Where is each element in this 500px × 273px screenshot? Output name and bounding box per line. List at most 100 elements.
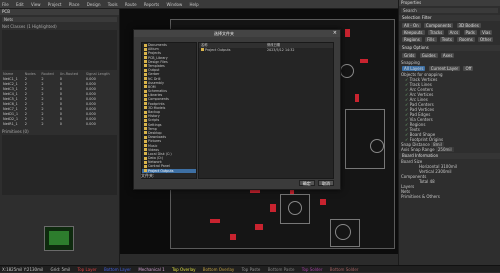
filter-texts[interactable]: Texts — [439, 37, 454, 42]
folder-icon — [144, 156, 147, 160]
board-minimap[interactable] — [44, 226, 74, 251]
layer-tab[interactable]: Bottom Solder — [330, 267, 359, 272]
axis-snap-input[interactable]: 250mil — [435, 147, 454, 152]
ok-button[interactable]: 确定 — [298, 180, 315, 186]
filter-vias[interactable]: Vias — [480, 30, 493, 35]
pad — [320, 199, 326, 205]
menu-place[interactable]: Place — [69, 2, 80, 7]
select-folder-dialog: 选择文件夹 × Documents Altium Projects PCB_Li… — [133, 29, 341, 190]
snap-off[interactable]: Off — [463, 66, 474, 71]
layer-tab[interactable]: Top Solder — [302, 267, 323, 272]
properties-panel: Properties Search Selection Filter All -… — [398, 0, 500, 265]
filter-pads[interactable]: Pads — [463, 30, 477, 35]
cancel-button[interactable]: 取消 — [318, 180, 334, 186]
mounting-hole — [340, 64, 354, 78]
snap-current-layer[interactable]: Current Layer — [428, 66, 461, 71]
filter-keepouts[interactable]: Keepouts — [402, 30, 425, 35]
folder-icon — [144, 164, 147, 168]
filter-fills[interactable]: Fills — [425, 37, 437, 42]
menu-tools[interactable]: Tools — [108, 2, 118, 7]
layer-tab[interactable]: Bottom Paste — [268, 267, 295, 272]
folder-icon — [144, 118, 147, 122]
folder-icon — [144, 56, 147, 60]
cell: NetR1_1 — [3, 121, 18, 126]
file-row[interactable]: Project Outputs 2023/5/12 14:32 — [199, 48, 333, 53]
folder-icon — [144, 110, 147, 114]
folder-icon — [144, 64, 147, 68]
file-list[interactable]: 名称 修改日期 Project Outputs 2023/5/12 14:32 — [198, 42, 334, 179]
snap-axes[interactable]: Axes — [440, 53, 455, 58]
menu-project[interactable]: Project — [48, 2, 62, 7]
filter-regions[interactable]: Regions — [402, 37, 422, 42]
net-class-list[interactable] — [2, 30, 117, 70]
folder-icon — [144, 51, 147, 55]
layer-tab[interactable]: Top Overlay — [172, 267, 196, 272]
file-date: 2023/5/12 14:32 — [267, 48, 295, 52]
layer-tab[interactable]: Top Layer — [77, 267, 96, 272]
snap-grids[interactable]: Grids — [402, 53, 417, 58]
folder-icon — [144, 60, 147, 64]
menu-help[interactable]: Help — [190, 2, 199, 7]
primitives-list[interactable] — [2, 135, 117, 195]
filter-tracks[interactable]: Tracks — [427, 30, 445, 35]
folder-icon — [144, 102, 147, 106]
filter-rooms[interactable]: Rooms — [457, 37, 475, 42]
filter-other[interactable]: Other — [478, 37, 494, 42]
axis-snap-row: Axis Snap Range 250mil — [399, 147, 500, 152]
mounting-hole — [370, 139, 384, 153]
file-name-label: Project Outputs — [205, 48, 231, 52]
layer-tab[interactable]: Mechanical 1 — [138, 267, 164, 272]
dialog-title: 选择文件夹 — [134, 30, 340, 37]
menu-reports[interactable]: Reports — [144, 2, 159, 7]
properties-title: Properties — [399, 0, 500, 6]
col-modified-date[interactable]: 修改日期 — [267, 43, 280, 47]
cell: 0 — [59, 121, 62, 126]
menu-window[interactable]: Window — [166, 2, 182, 7]
folder-label: 文件夹: — [141, 173, 155, 178]
close-icon[interactable]: × — [333, 30, 337, 36]
menu-route[interactable]: Route — [125, 2, 137, 7]
pad — [210, 219, 220, 223]
pad — [270, 204, 276, 212]
menu-design[interactable]: Design — [87, 2, 101, 7]
primitives-section: Primitives (0) — [2, 129, 29, 134]
cursor-coordinates: X:1825mil Y:2130mil — [2, 267, 44, 272]
menu-edit[interactable]: Edit — [16, 2, 24, 7]
pad — [255, 224, 263, 230]
grid-size: Grid: 5mil — [50, 267, 71, 272]
folder-icon — [144, 93, 147, 97]
layer-tab[interactable]: Bottom Layer — [104, 267, 131, 272]
filter-all[interactable]: All - On — [402, 23, 421, 28]
folder-icon — [144, 123, 147, 127]
pad — [230, 234, 236, 240]
panel-filter-select[interactable]: Nets — [2, 17, 117, 22]
folder-icon — [144, 97, 147, 101]
folder-icon — [144, 135, 147, 139]
folder-icon — [144, 47, 147, 51]
layer-tab[interactable]: Top Paste — [242, 267, 261, 272]
properties-search[interactable]: Search — [401, 8, 498, 13]
cell: 0.000 — [85, 121, 96, 126]
filter-components[interactable]: Components — [423, 23, 454, 28]
folder-icon — [144, 148, 147, 152]
folder-icon — [144, 89, 147, 93]
net-class-section: Net Classes (1 Highlighted) — [2, 24, 57, 29]
filter-arcs[interactable]: Arcs — [447, 30, 461, 35]
layer-tab[interactable]: Bottom Overlay — [203, 267, 235, 272]
folder-icon — [144, 81, 147, 85]
menu-view[interactable]: View — [31, 2, 41, 7]
snap-guides[interactable]: Guides — [419, 53, 438, 58]
folder-icon — [144, 127, 147, 131]
table-row[interactable]: NetR1_1 2 2 0 0.000 — [2, 121, 118, 126]
snap-all-layers[interactable]: All Layers — [402, 66, 426, 71]
filter-3d-bodies[interactable]: 3D Bodies — [456, 23, 481, 28]
folder-tree[interactable]: Documents Altium Projects PCB_Library De… — [141, 42, 197, 179]
mounting-hole — [335, 224, 351, 240]
folder-icon — [144, 106, 147, 110]
menu-file[interactable]: File — [2, 2, 9, 7]
folder-icon — [144, 114, 147, 118]
file-name: Project Outputs — [199, 48, 267, 53]
axis-snap-label: Axis Snap Range — [401, 147, 435, 152]
folder-icon — [144, 68, 147, 72]
folder-icon — [144, 144, 147, 147]
